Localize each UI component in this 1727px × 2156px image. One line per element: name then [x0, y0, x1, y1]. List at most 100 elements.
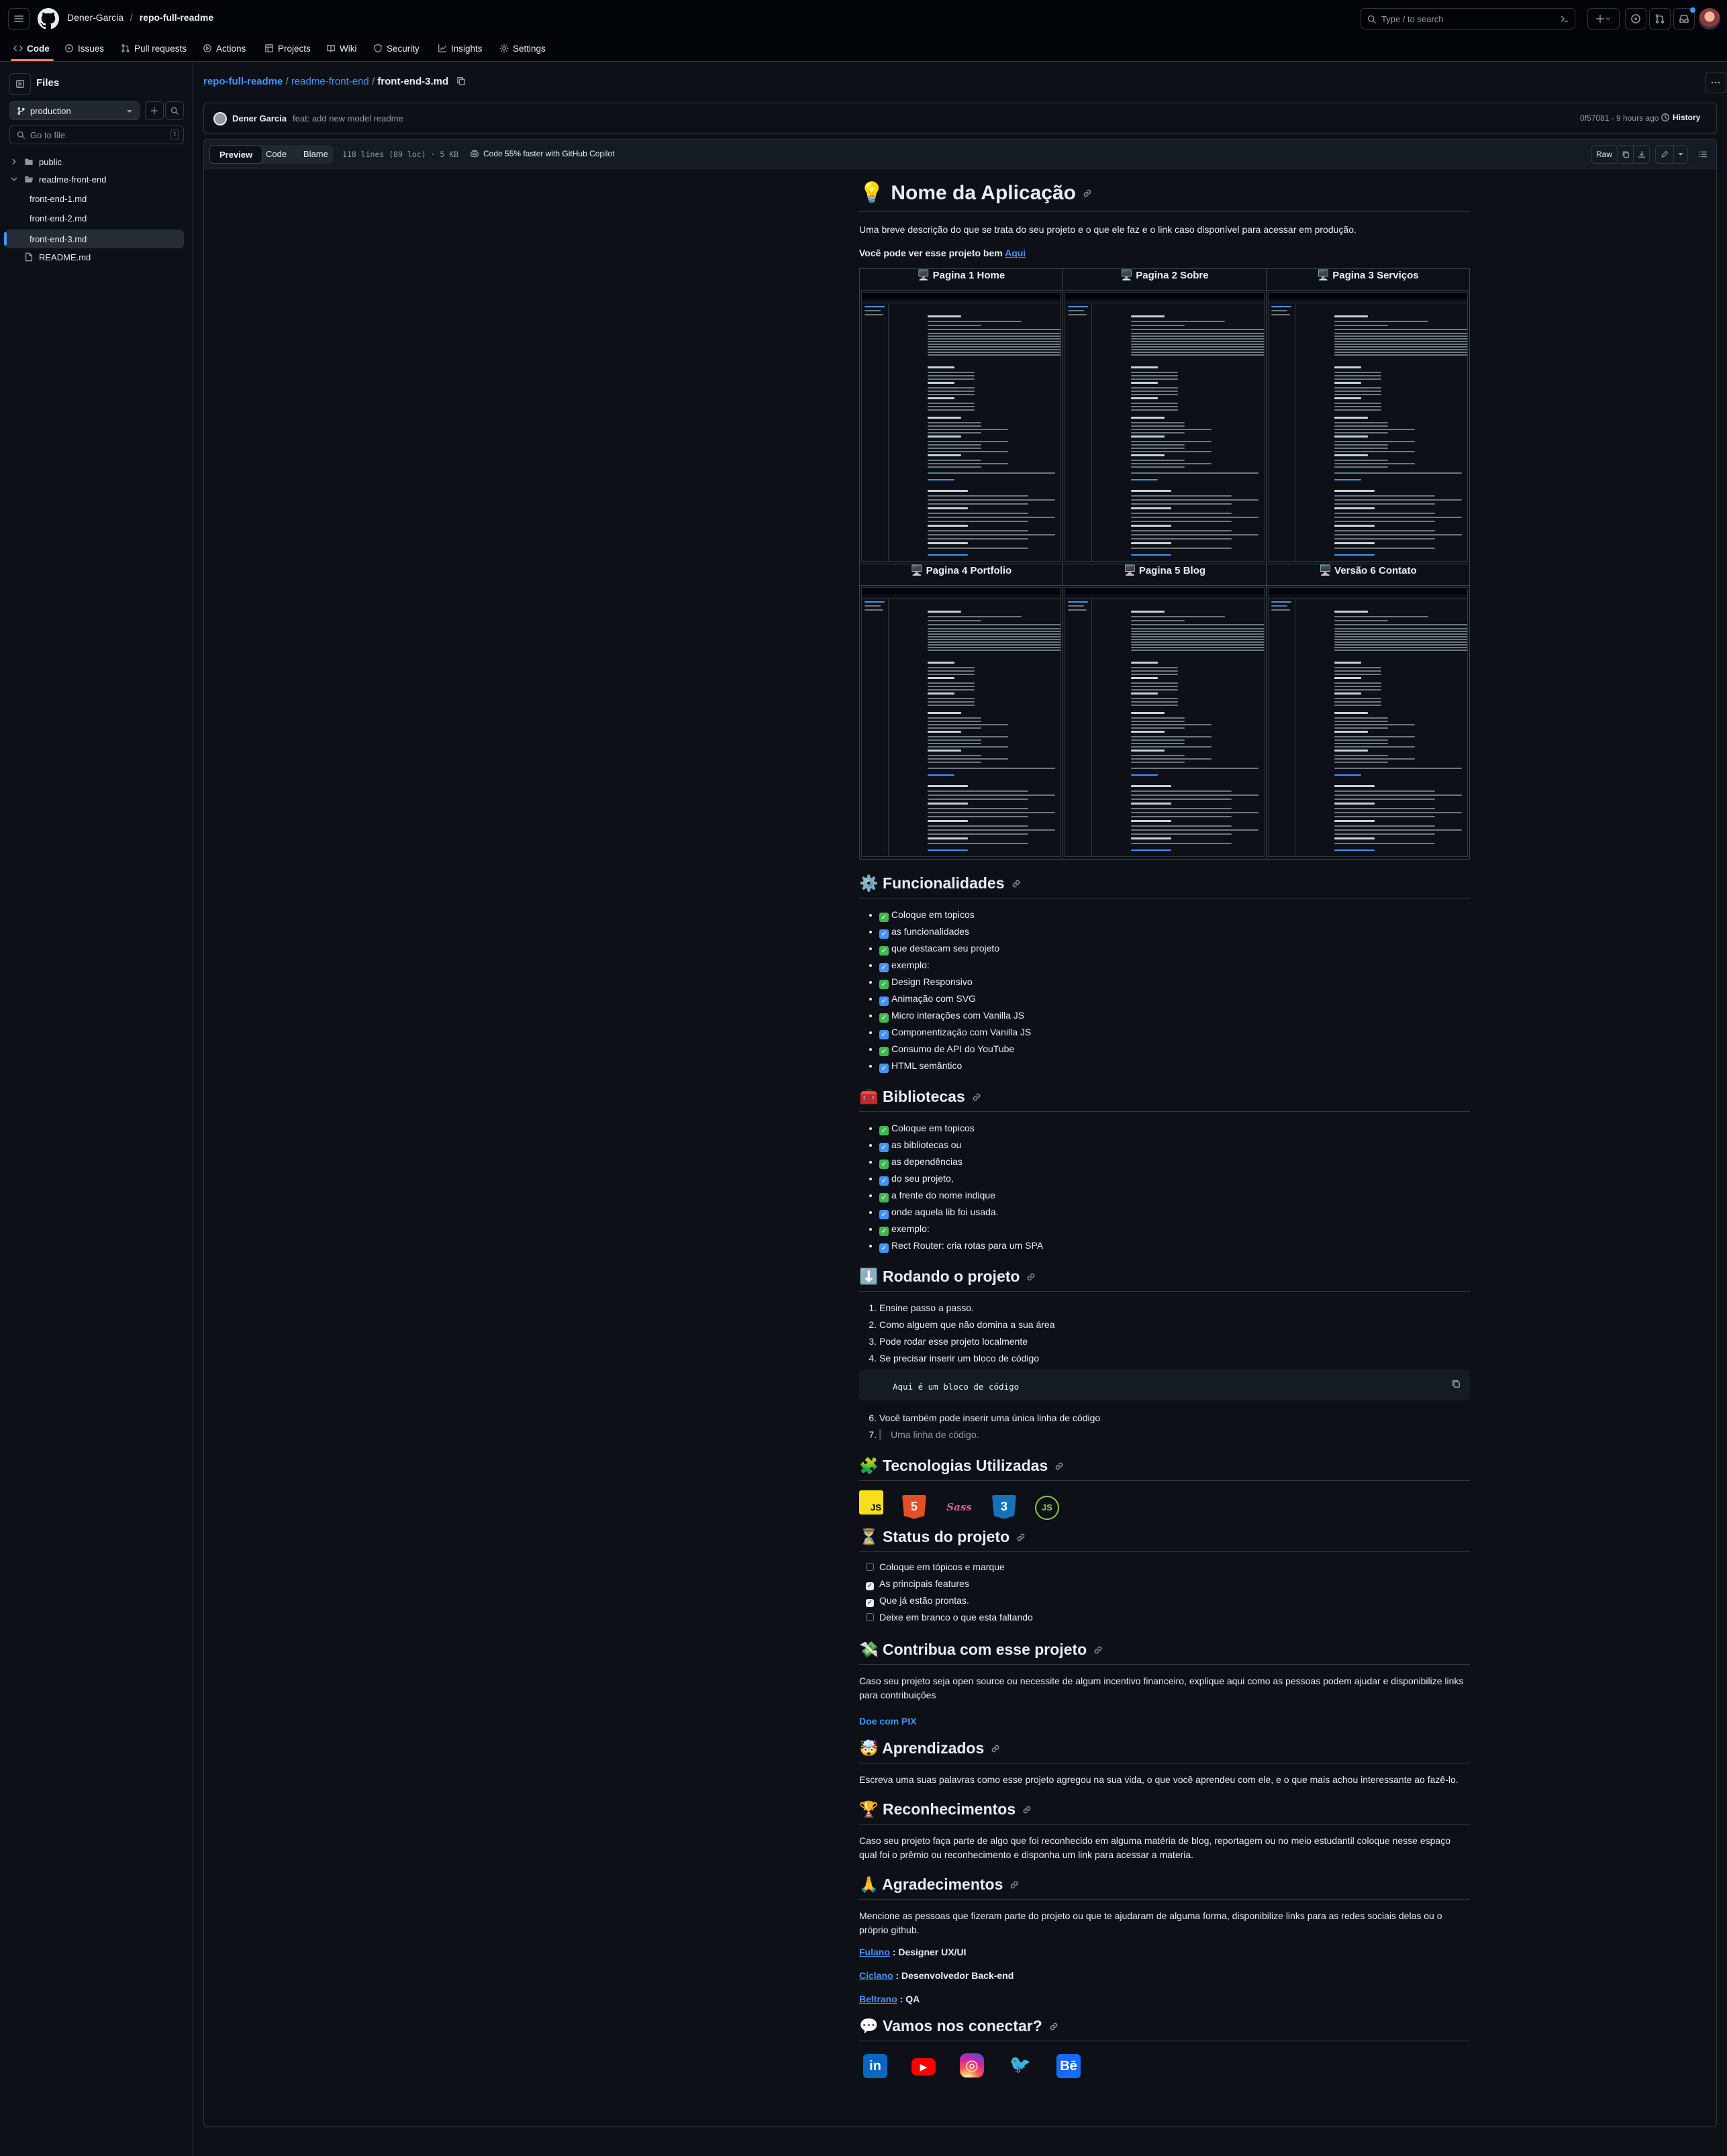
- tab-issues[interactable]: Issues: [64, 40, 104, 56]
- create-new-button[interactable]: [1587, 8, 1620, 30]
- link-icon[interactable]: [1083, 189, 1092, 198]
- screenshot-thumbnail[interactable]: [1268, 292, 1468, 562]
- screenshot-thumbnail[interactable]: [1065, 292, 1265, 562]
- tree-item-front-end-3[interactable]: front-end-3.md: [30, 231, 87, 247]
- avatar[interactable]: [1699, 8, 1720, 30]
- command-palette-icon[interactable]: [1560, 14, 1569, 23]
- tab-pull-requests[interactable]: Pull requests: [121, 40, 187, 56]
- more-options-button[interactable]: [1705, 72, 1726, 93]
- linkedin-icon[interactable]: in: [863, 2054, 887, 2078]
- search-files-button[interactable]: [165, 101, 184, 120]
- inbox-button[interactable]: [1673, 7, 1695, 30]
- edit-button[interactable]: [1655, 145, 1674, 164]
- thumbnail-detail: [928, 507, 968, 509]
- tab-security[interactable]: Security: [373, 40, 420, 56]
- task-checkbox[interactable]: [866, 1613, 874, 1621]
- download-button[interactable]: [1634, 145, 1650, 164]
- person-link[interactable]: Fulano: [859, 1947, 890, 1957]
- collapse-sidebar-button[interactable]: [9, 73, 31, 95]
- breadcrumb-repo[interactable]: repo-full-readme: [203, 76, 283, 87]
- link-icon[interactable]: [1093, 1645, 1103, 1655]
- thumbnail-detail: [1131, 499, 1259, 501]
- tree-item-readme[interactable]: README.md: [24, 249, 91, 265]
- youtube-icon[interactable]: ▶: [911, 2058, 936, 2075]
- link-icon[interactable]: [1011, 879, 1021, 888]
- thumbnail-detail: [1131, 674, 1178, 675]
- search-input[interactable]: Type / to search: [1361, 8, 1575, 30]
- commit-author[interactable]: Dener Garcia: [232, 113, 287, 123]
- copy-icon[interactable]: [1451, 1379, 1461, 1388]
- person-link[interactable]: Beltrano: [859, 1994, 897, 2004]
- pull-requests-button[interactable]: [1649, 8, 1671, 30]
- tree-item-readme-front-end[interactable]: readme-front-end: [9, 171, 106, 187]
- thumbnail-detail: [1131, 378, 1178, 380]
- breadcrumb-folder[interactable]: readme-front-end: [291, 76, 369, 87]
- raw-button[interactable]: Raw: [1591, 145, 1618, 164]
- thumbnail-detail: [1334, 812, 1462, 813]
- tab-code[interactable]: Code: [13, 40, 50, 56]
- commit-message[interactable]: feat: add new model readme: [293, 113, 403, 123]
- copy-raw-button[interactable]: [1618, 145, 1634, 164]
- task-checkbox[interactable]: ✓: [866, 1582, 874, 1590]
- screenshot-thumbnail[interactable]: [1268, 587, 1468, 857]
- edit-dropdown-button[interactable]: [1673, 145, 1688, 164]
- instagram-icon[interactable]: ◎: [960, 2053, 984, 2077]
- twitter-icon[interactable]: 🐦: [1008, 2052, 1032, 2076]
- donate-pix-link[interactable]: Doe com PIX: [859, 1716, 917, 1727]
- thumbnail-detail: [1131, 774, 1158, 776]
- link-icon[interactable]: [991, 1744, 1000, 1753]
- issues-button[interactable]: [1625, 8, 1646, 30]
- go-to-file-input[interactable]: Go to file t: [9, 125, 184, 144]
- link-icon[interactable]: [1026, 1272, 1036, 1282]
- check-box-blue-icon: ✓: [879, 996, 889, 1006]
- tree-item-front-end-2[interactable]: front-end-2.md: [30, 210, 87, 226]
- tab-projects[interactable]: Projects: [264, 40, 311, 56]
- thumbnail-detail: [928, 378, 975, 380]
- tab-wiki[interactable]: Wiki: [326, 40, 357, 56]
- screenshot-thumbnail[interactable]: [1065, 587, 1265, 857]
- tab-preview[interactable]: Preview: [209, 145, 263, 164]
- thumbnail-detail: [1334, 698, 1381, 699]
- branch-select[interactable]: production: [9, 101, 140, 120]
- copy-path-icon[interactable]: [456, 76, 466, 86]
- link-icon[interactable]: [1016, 1533, 1026, 1542]
- task-checkbox[interactable]: ✓: [866, 1599, 874, 1607]
- commit-sha-time[interactable]: 0f57081 · 9 hours ago: [1580, 113, 1659, 123]
- person-link[interactable]: Ciclano: [859, 1970, 893, 1981]
- thumbnail-detail: [1131, 712, 1165, 714]
- link-icon[interactable]: [972, 1092, 981, 1102]
- link-icon[interactable]: [1009, 1880, 1019, 1890]
- thumbnail-detail: [1131, 325, 1185, 326]
- link-icon[interactable]: [1022, 1805, 1032, 1814]
- tab-actions[interactable]: Actions: [203, 40, 246, 56]
- tab-settings[interactable]: Settings: [499, 40, 546, 56]
- avatar[interactable]: [213, 112, 227, 125]
- tab-blame[interactable]: Blame: [294, 145, 338, 164]
- outline-button[interactable]: [1693, 145, 1712, 164]
- tab-code-view[interactable]: Code: [256, 145, 296, 164]
- copilot-promo[interactable]: Code 55% faster with GitHub Copilot: [470, 149, 614, 158]
- thumbnail-detail: [928, 677, 954, 679]
- screenshot-thumbnail[interactable]: [861, 587, 1061, 857]
- task-checkbox[interactable]: [866, 1563, 874, 1571]
- thumbnail-detail: [1068, 306, 1088, 307]
- thumbnail-detail: [1131, 435, 1165, 438]
- thumbnail-detail: [928, 833, 1028, 835]
- add-file-button[interactable]: [145, 101, 164, 120]
- link-icon[interactable]: [1049, 2022, 1058, 2031]
- github-logo-icon[interactable]: [38, 8, 59, 30]
- tab-insights[interactable]: Insights: [438, 40, 483, 56]
- screenshot-thumbnail[interactable]: [861, 292, 1061, 562]
- owner-link[interactable]: Dener-Garcia: [67, 12, 124, 23]
- behance-icon[interactable]: Bē: [1056, 2054, 1081, 2078]
- thanks-paragraph: Mencione as pessoas que fizeram parte do…: [859, 1910, 1442, 1935]
- tree-item-front-end-1[interactable]: front-end-1.md: [30, 191, 87, 207]
- hamburger-menu-button[interactable]: [8, 8, 30, 30]
- thumbnail-detail: [1334, 829, 1462, 831]
- history-button[interactable]: History: [1661, 113, 1700, 122]
- link-icon[interactable]: [1054, 1461, 1064, 1471]
- repo-link[interactable]: repo-full-readme: [140, 12, 213, 23]
- see-project-link[interactable]: Aqui: [1005, 248, 1026, 258]
- blockquote: Uma linha de código.: [879, 1429, 979, 1440]
- tree-item-public[interactable]: public: [9, 154, 62, 170]
